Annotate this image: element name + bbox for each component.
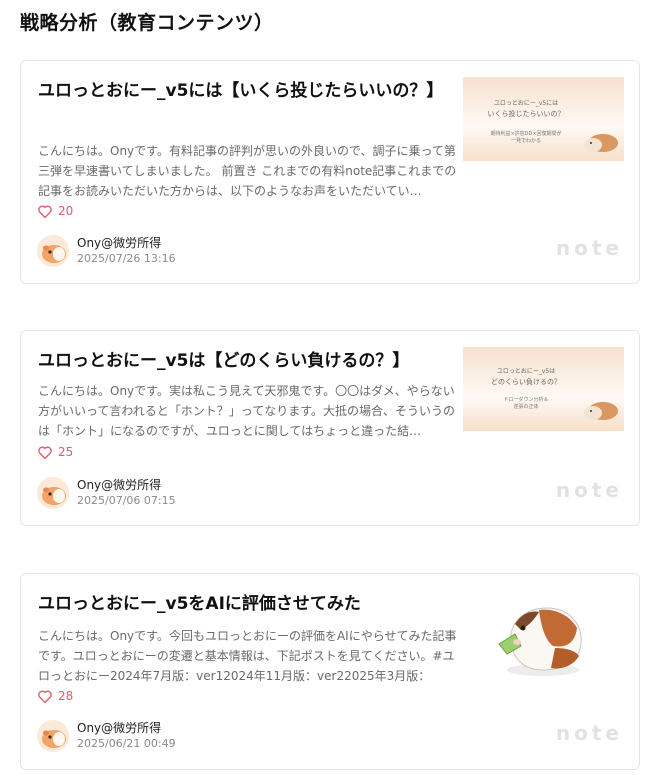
author-name[interactable]: Ony@微労所得 [77, 236, 176, 251]
post-date: 2025/06/21 00:49 [77, 737, 176, 750]
thumbnail-caption: いくら投じたらいいの？ [487, 110, 565, 118]
article-excerpt: こんにちは。Onyです。有料記事の評判が思いの外良いので、調子に乗って第三弾を早… [38, 144, 457, 198]
guinea-pig-illustration [584, 402, 618, 420]
author[interactable]: Ony@微労所得 2025/07/26 13:16 [37, 235, 176, 267]
note-logo: note [555, 721, 623, 745]
like-count: 28 [58, 689, 74, 703]
note-logo: note [555, 236, 623, 260]
like-button[interactable]: 28 [38, 689, 73, 703]
thumbnail-subcaption: ドローダウン分析＆ [503, 397, 549, 403]
author[interactable]: Ony@微労所得 2025/07/06 07:15 [37, 477, 176, 509]
like-count: 25 [58, 445, 74, 459]
heart-icon [38, 690, 52, 703]
article-title[interactable]: ユロっとおにー_v5には【いくら投じたらいいの？】 [38, 78, 458, 104]
thumbnail-subcaption: 期待利益×許容DD×回復期間が [490, 131, 562, 137]
author-name[interactable]: Ony@微労所得 [77, 721, 176, 736]
avatar[interactable] [37, 477, 69, 509]
article-thumbnail[interactable]: ユロっとおにー_v5には いくら投じたらいいの？ 期待利益×許容DD×回復期間が… [463, 77, 624, 161]
thumbnail-caption-small: ユロっとおにー_v5は [496, 368, 556, 375]
heart-icon [38, 446, 52, 459]
guinea-pig-photo[interactable] [491, 584, 591, 684]
guinea-pig-illustration [584, 134, 618, 152]
avatar[interactable] [37, 720, 69, 752]
article-thumbnail[interactable]: ユロっとおにー_v5は どのくらい負けるの？ ドローダウン分析＆ 逆張の正体 [463, 347, 624, 431]
thumbnail-caption-small: ユロっとおにー_v5には [493, 100, 559, 107]
page-title: 戦略分析（教育コンテンツ） [20, 12, 274, 34]
article-excerpt: こんにちは。Onyです。実は私こう見えて天邪鬼です。〇〇はダメ、やらない方がいい… [38, 384, 456, 438]
article-card[interactable]: ユロっとおにー_v5には【いくら投じたらいいの？】 こんにちは。Onyです。有料… [20, 60, 640, 284]
post-date: 2025/07/06 07:15 [77, 494, 176, 507]
thumbnail-subcaption: 一発でわかる [510, 138, 541, 144]
thumbnail-caption: どのくらい負けるの？ [491, 378, 561, 386]
article-excerpt: こんにちは。Onyです。今回もユロっとおにーの評価をAIにやらせてみた記事です。… [38, 629, 457, 683]
like-button[interactable]: 20 [38, 204, 73, 218]
like-button[interactable]: 25 [38, 445, 73, 459]
avatar[interactable] [37, 235, 69, 267]
article-card[interactable]: ユロっとおにー_v5は【どのくらい負けるの？】 こんにちは。Onyです。実は私こ… [20, 330, 640, 526]
article-card[interactable]: ユロっとおにー_v5をAIに評価させてみた こんにちは。Onyです。今回もユロっ… [20, 573, 640, 770]
article-title[interactable]: ユロっとおにー_v5は【どのくらい負けるの？】 [38, 348, 458, 374]
author-name[interactable]: Ony@微労所得 [77, 478, 176, 493]
note-logo: note [555, 478, 623, 502]
author[interactable]: Ony@微労所得 2025/06/21 00:49 [37, 720, 176, 752]
like-count: 20 [58, 204, 74, 218]
heart-icon [38, 205, 52, 218]
article-title[interactable]: ユロっとおにー_v5をAIに評価させてみた [38, 591, 458, 617]
thumbnail-subcaption: 逆張の正体 [513, 404, 539, 410]
post-date: 2025/07/26 13:16 [77, 252, 176, 265]
